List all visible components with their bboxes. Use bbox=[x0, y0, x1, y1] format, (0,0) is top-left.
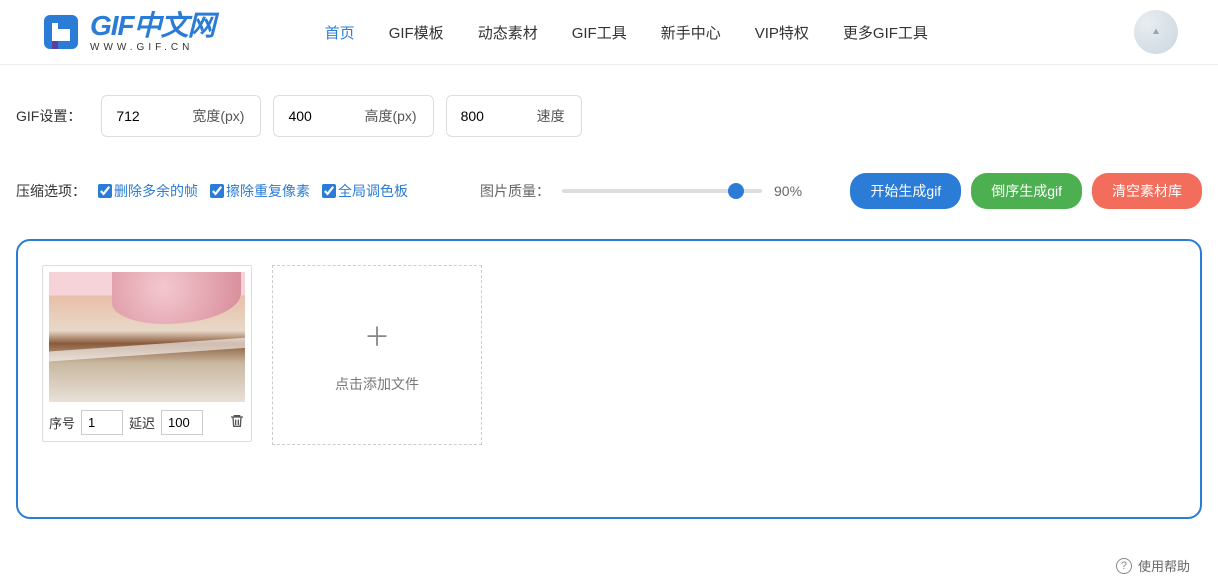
logo-mark-icon bbox=[40, 11, 82, 53]
speed-input-group: 速度 bbox=[446, 95, 582, 137]
speed-input[interactable] bbox=[447, 98, 537, 134]
site-logo[interactable]: GIF中文网 WWW.GIF.CN bbox=[40, 11, 215, 53]
frame-seq-label: 序号 bbox=[49, 413, 75, 432]
nav-tools[interactable]: GIF工具 bbox=[572, 22, 627, 43]
checkbox-remove-frames[interactable]: 删除多余的帧 bbox=[98, 181, 198, 201]
clear-assets-button[interactable]: 清空素材库 bbox=[1092, 173, 1202, 209]
width-input[interactable] bbox=[102, 98, 192, 134]
quality-slider[interactable] bbox=[562, 189, 762, 193]
gif-settings-label: GIF设置： bbox=[16, 106, 81, 126]
plus-icon: ＋ bbox=[364, 317, 390, 354]
checkbox-global-palette[interactable]: 全局调色板 bbox=[322, 181, 408, 201]
width-unit: 宽度(px) bbox=[192, 96, 260, 136]
height-unit: 高度(px) bbox=[364, 96, 432, 136]
help-link[interactable]: ? 使用帮助 bbox=[1116, 556, 1190, 575]
nav-dynamic[interactable]: 动态素材 bbox=[478, 22, 538, 43]
logo-subtitle: WWW.GIF.CN bbox=[90, 42, 215, 53]
checkbox-remove-frames-label: 删除多余的帧 bbox=[114, 181, 198, 201]
frame-delay-input[interactable] bbox=[161, 410, 203, 435]
height-input[interactable] bbox=[274, 98, 364, 134]
question-icon: ? bbox=[1116, 558, 1132, 574]
main-nav: 首页 GIF模板 动态素材 GIF工具 新手中心 VIP特权 更多GIF工具 bbox=[325, 22, 928, 43]
frames-canvas: 序号 延迟 ＋ 点击添加文件 bbox=[16, 239, 1202, 519]
nav-home[interactable]: 首页 bbox=[325, 22, 355, 43]
frame-card: 序号 延迟 bbox=[42, 265, 252, 442]
nav-vip[interactable]: VIP特权 bbox=[755, 22, 809, 43]
width-input-group: 宽度(px) bbox=[101, 95, 261, 137]
reverse-generate-button[interactable]: 倒序生成gif bbox=[971, 173, 1082, 209]
nav-more[interactable]: 更多GIF工具 bbox=[843, 22, 928, 43]
frame-seq-input[interactable] bbox=[81, 410, 123, 435]
nav-newbie[interactable]: 新手中心 bbox=[661, 22, 721, 43]
trash-icon[interactable] bbox=[229, 413, 245, 432]
checkbox-erase-dup[interactable]: 擦除重复像素 bbox=[210, 181, 310, 201]
checkbox-erase-dup-input[interactable] bbox=[210, 184, 224, 198]
speed-unit: 速度 bbox=[537, 96, 581, 136]
add-file-label: 点击添加文件 bbox=[335, 374, 419, 394]
user-avatar[interactable]: ⛰ bbox=[1134, 10, 1178, 54]
height-input-group: 高度(px) bbox=[273, 95, 433, 137]
add-file-card[interactable]: ＋ 点击添加文件 bbox=[272, 265, 482, 445]
checkbox-erase-dup-label: 擦除重复像素 bbox=[226, 181, 310, 201]
checkbox-global-palette-label: 全局调色板 bbox=[338, 181, 408, 201]
frame-delay-label: 延迟 bbox=[129, 413, 155, 432]
help-label: 使用帮助 bbox=[1138, 556, 1190, 575]
logo-title: GIF中文网 bbox=[90, 12, 215, 40]
checkbox-remove-frames-input[interactable] bbox=[98, 184, 112, 198]
nav-templates[interactable]: GIF模板 bbox=[389, 22, 444, 43]
quality-label: 图片质量： bbox=[480, 181, 550, 201]
quality-value: 90% bbox=[774, 183, 814, 199]
checkbox-global-palette-input[interactable] bbox=[322, 184, 336, 198]
compress-label: 压缩选项： bbox=[16, 181, 86, 201]
start-generate-button[interactable]: 开始生成gif bbox=[850, 173, 961, 209]
frame-thumbnail[interactable] bbox=[49, 272, 245, 402]
